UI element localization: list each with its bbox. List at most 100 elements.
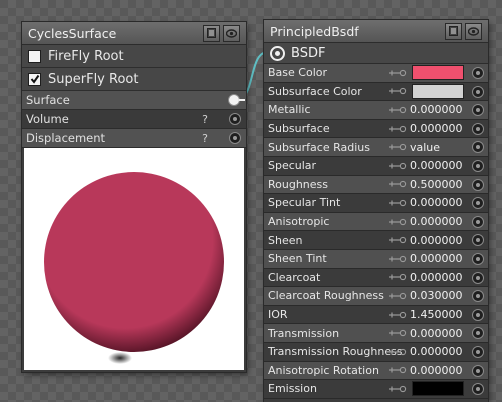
property-row: Clearcoat Roughness 0.030000 <box>264 287 488 306</box>
bsdf-input-port-icon[interactable] <box>270 45 285 61</box>
link-icon[interactable] <box>386 385 408 393</box>
property-value[interactable]: 0.000000 <box>410 271 470 284</box>
property-value[interactable]: 0.000000 <box>410 159 470 172</box>
link-icon[interactable] <box>386 218 408 226</box>
link-icon[interactable] <box>386 106 408 114</box>
property-label: Clearcoat <box>268 270 321 284</box>
link-icon[interactable] <box>386 87 408 95</box>
input-port-icon[interactable] <box>472 308 484 321</box>
link-icon[interactable] <box>386 292 408 300</box>
input-port-icon[interactable] <box>472 197 484 210</box>
input-port-icon[interactable] <box>472 271 484 284</box>
volume-help-icon[interactable]: ? <box>195 113 215 126</box>
preview-toggle-icon[interactable] <box>223 24 240 42</box>
input-port-icon[interactable] <box>472 178 484 191</box>
input-port-icon[interactable] <box>472 345 484 358</box>
link-icon[interactable] <box>386 162 408 170</box>
property-value[interactable]: 0.000000 <box>410 252 470 265</box>
property-value[interactable]: value <box>410 141 470 154</box>
property-label: Sheen Tint <box>268 252 327 266</box>
input-port-icon[interactable] <box>472 252 484 265</box>
surface-socket-row: Surface <box>22 91 246 110</box>
notes-icon[interactable] <box>445 22 462 40</box>
property-label: Anisotropic Rotation <box>268 363 379 377</box>
volume-socket-row: Volume ? <box>22 110 246 129</box>
input-port-icon[interactable] <box>472 85 484 98</box>
property-label: Specular <box>268 159 317 173</box>
link-icon[interactable] <box>386 273 408 281</box>
link-icon[interactable] <box>386 255 408 263</box>
node-header[interactable]: CyclesSurface <box>22 22 246 45</box>
color-swatch[interactable] <box>412 83 464 99</box>
property-row: Anisotropic 0.000000 <box>264 212 488 232</box>
input-port-icon[interactable] <box>472 290 484 303</box>
property-value[interactable]: 0.000000 <box>410 364 470 377</box>
property-row: Metallic 0.000000 <box>264 101 488 120</box>
property-label: Anisotropic <box>268 215 330 229</box>
node-title: CyclesSurface <box>28 25 117 41</box>
property-value[interactable]: 0.000000 <box>410 103 470 116</box>
node-header[interactable]: PrincipledBsdf <box>264 20 488 43</box>
property-value[interactable]: 0.000000 <box>410 234 470 247</box>
bsdf-input-row: BSDF <box>264 43 488 64</box>
volume-label: Volume <box>26 112 69 126</box>
preview-sphere <box>44 172 224 364</box>
link-icon[interactable] <box>386 69 408 77</box>
firefly-root-checkbox[interactable] <box>28 49 41 63</box>
input-port-icon[interactable] <box>472 234 484 247</box>
displacement-help-icon[interactable]: ? <box>195 132 215 145</box>
property-row: Sheen 0.000000 <box>264 231 488 250</box>
property-label: Transmission Roughness <box>268 345 403 359</box>
link-icon[interactable] <box>386 348 408 356</box>
property-value[interactable]: 1.450000 <box>410 308 470 321</box>
property-value[interactable]: 0.000000 <box>410 327 470 340</box>
input-port-icon[interactable] <box>472 383 484 396</box>
input-port-icon[interactable] <box>472 327 484 340</box>
link-icon[interactable] <box>386 236 408 244</box>
property-value[interactable]: 0.030000 <box>410 289 470 302</box>
property-value[interactable]: 0.000000 <box>410 122 470 135</box>
property-label: Subsurface Radius <box>268 140 370 154</box>
color-swatch[interactable] <box>412 381 464 397</box>
displacement-port-icon[interactable] <box>229 132 241 144</box>
property-value[interactable]: 0.500000 <box>410 178 470 191</box>
input-port-icon[interactable] <box>472 159 484 172</box>
property-row: Subsurface Color <box>264 82 488 102</box>
input-port-icon[interactable] <box>472 141 484 154</box>
property-row: Specular Tint 0.000000 <box>264 194 488 213</box>
preview-toggle-icon[interactable] <box>465 22 482 40</box>
surface-label: Surface <box>26 93 70 107</box>
cycles-surface-node[interactable]: CyclesSurface FireFly Root SuperFly Root… <box>22 22 246 372</box>
surface-output-port-icon[interactable] <box>228 94 245 106</box>
link-icon[interactable] <box>386 143 408 151</box>
notes-icon[interactable] <box>203 24 220 42</box>
link-icon[interactable] <box>386 329 408 337</box>
input-port-icon[interactable] <box>472 364 484 377</box>
property-row: Subsurface 0.000000 <box>264 119 488 139</box>
input-port-icon[interactable] <box>472 67 484 79</box>
superfly-root-checkbox[interactable] <box>28 72 41 86</box>
input-port-icon[interactable] <box>472 215 484 228</box>
superfly-root-label: SuperFly Root <box>48 71 139 87</box>
property-label: Emission <box>268 382 317 396</box>
input-port-icon[interactable] <box>472 122 484 135</box>
property-label: Transmission <box>268 326 340 340</box>
link-icon[interactable] <box>386 311 408 319</box>
link-icon[interactable] <box>386 180 408 188</box>
firefly-root-option[interactable]: FireFly Root <box>22 45 246 68</box>
color-swatch[interactable] <box>412 65 464 81</box>
property-value[interactable]: 0.000000 <box>410 215 470 228</box>
property-row: Anisotropic Rotation 0.000000 <box>264 361 488 381</box>
property-value[interactable]: 0.000000 <box>410 196 470 209</box>
property-label: Metallic <box>268 103 311 117</box>
link-icon[interactable] <box>386 125 408 133</box>
property-row: IOR 1.450000 <box>264 305 488 325</box>
volume-port-icon[interactable] <box>229 113 241 125</box>
property-row: Roughness 0.500000 <box>264 175 488 195</box>
superfly-root-option[interactable]: SuperFly Root <box>22 68 246 91</box>
property-value[interactable]: 0.000000 <box>410 345 470 358</box>
input-port-icon[interactable] <box>472 104 484 117</box>
link-icon[interactable] <box>386 366 408 374</box>
principled-bsdf-node[interactable]: PrincipledBsdf BSDF Base Color Subsurface… <box>264 20 488 402</box>
link-icon[interactable] <box>386 199 408 207</box>
